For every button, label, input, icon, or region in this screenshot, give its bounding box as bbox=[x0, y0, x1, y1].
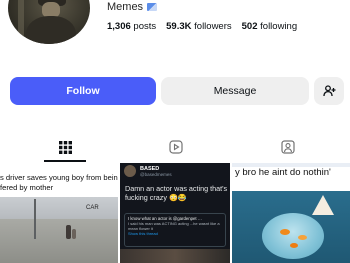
post-caption: s driver saves young boy from being fere… bbox=[0, 173, 118, 192]
fish bbox=[298, 235, 307, 240]
avatar-stripe bbox=[18, 0, 24, 44]
post-figure-child bbox=[72, 229, 76, 239]
suggest-button[interactable] bbox=[314, 77, 344, 105]
grid-icon bbox=[58, 140, 72, 154]
tweet-handle: @basedmemes bbox=[140, 171, 172, 177]
stat-following[interactable]: 502 following bbox=[242, 21, 297, 32]
stat-followers[interactable]: 59.3K followers bbox=[166, 21, 232, 32]
post-thumbnail[interactable]: y bro he aint do nothin' bbox=[232, 163, 350, 263]
reels-icon bbox=[169, 140, 183, 154]
avatar-body bbox=[26, 16, 76, 44]
tweet-quote: I know what an actor is @gardenpet … I s… bbox=[124, 213, 226, 247]
post-thumbnail[interactable]: BASED @basedmemes Damn an actor was acti… bbox=[120, 163, 230, 263]
tweet-text: Damn an actor was acting that's fucking … bbox=[125, 184, 228, 202]
quote-link: Show this thread bbox=[128, 231, 158, 236]
profile-stats: 1,306 posts 59.3K followers 502 followin… bbox=[107, 21, 297, 32]
tweet-avatar bbox=[124, 165, 136, 177]
profile-name: Memes bbox=[107, 1, 144, 13]
add-person-icon bbox=[322, 85, 335, 97]
post-road bbox=[0, 219, 118, 263]
tab-reels[interactable] bbox=[166, 137, 186, 157]
tweet-header: BASED @basedmemes bbox=[124, 165, 172, 177]
tagged-icon bbox=[281, 140, 295, 154]
profile-avatar[interactable] bbox=[8, 0, 90, 44]
fish bbox=[280, 229, 290, 235]
fishbowl bbox=[262, 213, 324, 259]
profile-name-row: Memes bbox=[107, 1, 158, 13]
post-thumbnail[interactable]: s driver saves young boy from being fere… bbox=[0, 163, 118, 263]
stat-posts: 1,306 posts bbox=[107, 21, 157, 32]
tab-posts[interactable] bbox=[55, 137, 75, 157]
post-caption: y bro he aint do nothin' bbox=[232, 167, 350, 191]
post-figure-adult bbox=[66, 225, 71, 239]
quote-body: I said his man was ACTING acting ...he w… bbox=[128, 221, 220, 231]
message-button[interactable]: Message bbox=[161, 77, 309, 105]
active-tab-indicator bbox=[44, 160, 86, 162]
post-image-strip bbox=[120, 249, 230, 263]
fish bbox=[290, 243, 298, 248]
tab-tagged[interactable] bbox=[278, 137, 298, 157]
profile-tabs bbox=[0, 137, 350, 162]
post-pole bbox=[34, 199, 36, 239]
post-badge: CAR bbox=[86, 205, 99, 211]
flag-icon bbox=[147, 3, 158, 11]
follow-button[interactable]: Follow bbox=[10, 77, 156, 105]
posts-grid: s driver saves young boy from being fere… bbox=[0, 163, 350, 263]
